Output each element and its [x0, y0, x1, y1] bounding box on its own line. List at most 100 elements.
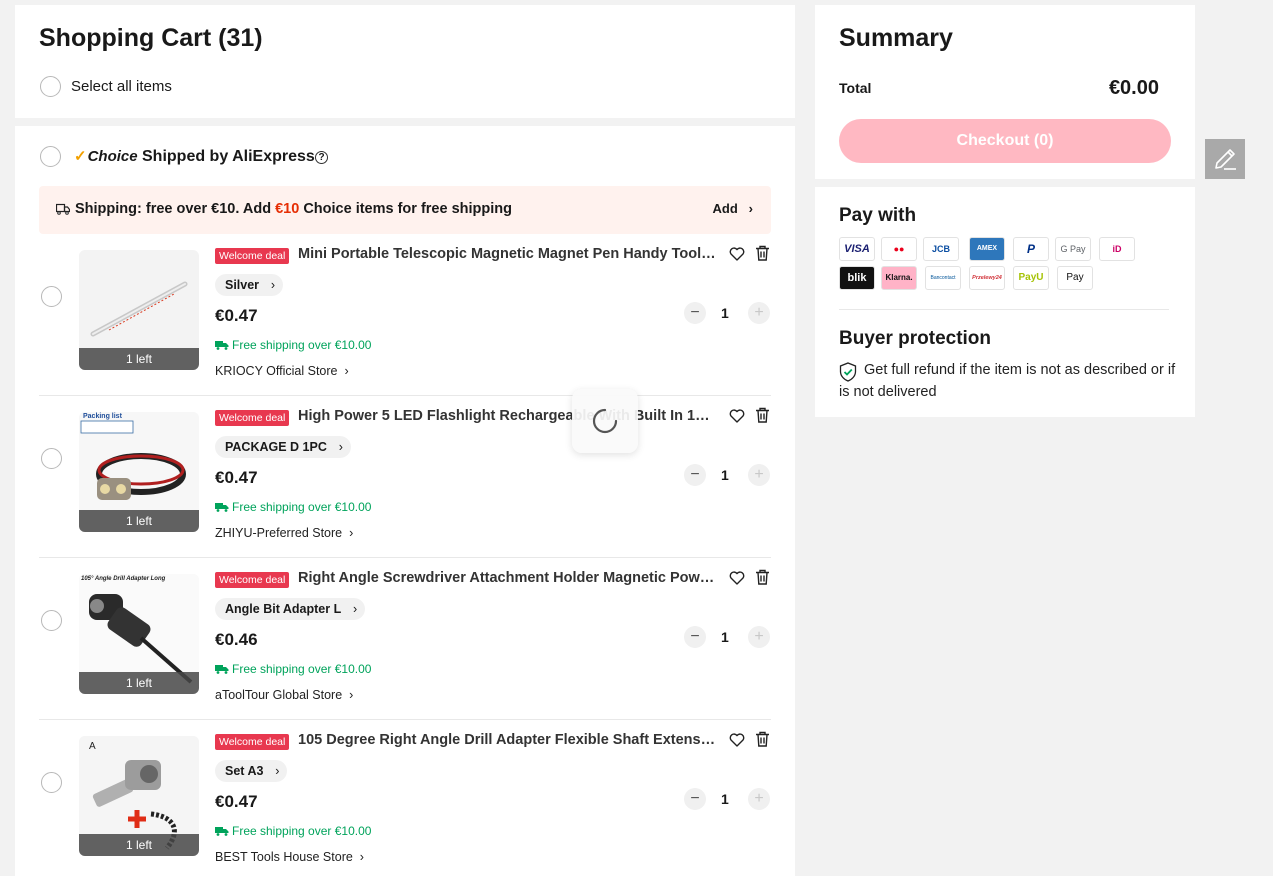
pencil-icon [1215, 149, 1236, 170]
trash-icon[interactable] [755, 731, 770, 747]
qty-decrease-button[interactable]: − [684, 626, 706, 648]
variant-selector[interactable]: PACKAGE D 1PC › [215, 436, 351, 458]
shipping-message: Shipping: free over €10. Add €10 Choice … [75, 201, 512, 217]
store-link[interactable]: KRIOCY Official Store › [215, 364, 349, 378]
divider [839, 309, 1169, 310]
variant-selector[interactable]: Angle Bit Adapter L › [215, 598, 366, 620]
total-label: Total [839, 80, 872, 96]
item-checkbox[interactable] [41, 772, 62, 793]
blik-icon: blik [839, 266, 875, 290]
google-pay-icon: G Pay [1055, 237, 1091, 261]
item-checkbox[interactable] [41, 286, 62, 307]
add-items-link[interactable]: Add › [713, 201, 753, 216]
thumbnail-caption: 105° Angle Drill Adapter Long [81, 576, 166, 582]
trash-icon[interactable] [755, 245, 770, 261]
qty-decrease-button[interactable]: − [684, 788, 706, 810]
qty-decrease-button[interactable]: − [684, 302, 706, 324]
variant-selector[interactable]: Silver › [215, 274, 284, 296]
qty-decrease-button[interactable]: − [684, 464, 706, 486]
qty-increase-button[interactable]: + [748, 302, 770, 324]
stock-badge: 1 left [79, 348, 199, 370]
chevron-right-icon: › [353, 602, 358, 616]
stock-badge: 1 left [79, 510, 199, 532]
chevron-right-icon: › [338, 440, 343, 454]
apple-pay-icon: Pay [1057, 266, 1093, 290]
spinner-icon [592, 408, 618, 434]
store-link[interactable]: aToolTour Global Store › [215, 688, 353, 702]
item-price: €0.47 [215, 792, 258, 811]
chevron-right-icon: › [344, 364, 349, 378]
product-title[interactable]: Mini Portable Telescopic Magnetic Magnet… [298, 246, 716, 262]
truck-icon [215, 827, 229, 836]
select-all-label[interactable]: Select all items [71, 78, 172, 95]
product-thumbnail[interactable]: Packing list 1 left [79, 412, 199, 532]
chevron-right-icon: › [349, 526, 354, 540]
item-checkbox[interactable] [41, 610, 62, 631]
heart-icon[interactable] [729, 570, 745, 586]
buyer-protection-text: Get full refund if the item is not as de… [839, 362, 1176, 400]
heart-icon[interactable] [729, 732, 745, 748]
truck-icon [215, 341, 229, 350]
item-price: €0.46 [215, 630, 258, 649]
qty-increase-button[interactable]: + [748, 464, 770, 486]
qty-value: 1 [721, 629, 729, 645]
heart-icon[interactable] [729, 408, 745, 424]
welcome-deal-badge: Welcome deal [215, 734, 290, 750]
shipped-by-label: Shipped by AliExpress [142, 148, 315, 165]
product-thumbnail[interactable]: 105° Angle Drill Adapter Long 1 left [79, 574, 199, 694]
welcome-deal-badge: Welcome deal [215, 572, 290, 588]
trash-icon[interactable] [755, 569, 770, 585]
cart-item: 105° Angle Drill Adapter Long 1 left Wel… [39, 558, 771, 720]
free-shipping-label: Free shipping over €10.00 [215, 338, 371, 352]
store-link[interactable]: BEST Tools House Store › [215, 850, 364, 864]
loading-spinner [572, 389, 638, 453]
product-title[interactable]: 105 Degree Right Angle Drill Adapter Fle… [298, 732, 716, 748]
item-price: €0.47 [215, 468, 258, 487]
store-link[interactable]: ZHIYU-Preferred Store › [215, 526, 353, 540]
qty-increase-button[interactable]: + [748, 626, 770, 648]
qty-value: 1 [721, 305, 729, 321]
heart-icon[interactable] [729, 246, 745, 262]
chevron-right-icon: › [359, 850, 364, 864]
product-title[interactable]: Right Angle Screwdriver Attachment Holde… [298, 570, 716, 586]
payment-card: Pay with VISA ●● JCB AMEX P G Pay iD bli… [815, 187, 1195, 417]
product-thumbnail[interactable]: A 1 left [79, 736, 199, 856]
product-title[interactable]: High Power 5 LED Flashlight Rechargeable… [298, 408, 716, 424]
mastercard-icon: ●● [881, 237, 917, 261]
free-shipping-label: Free shipping over €10.00 [215, 500, 371, 514]
checkout-button[interactable]: Checkout (0) [839, 119, 1171, 163]
bancontact-icon: Bancontact [925, 266, 961, 290]
stock-badge: 1 left [79, 834, 199, 856]
cart-item: A 1 left Welcome deal 105 Degree Right A… [39, 720, 771, 876]
select-all-row[interactable]: Select all items [40, 76, 340, 97]
visa-icon: VISA [839, 237, 875, 261]
trash-icon[interactable] [755, 407, 770, 423]
free-shipping-label: Free shipping over €10.00 [215, 824, 371, 838]
payu-icon: PayU [1013, 266, 1049, 290]
chevron-right-icon: › [748, 201, 753, 216]
select-all-checkbox[interactable] [40, 76, 61, 97]
product-thumbnail[interactable]: 1 left [79, 250, 199, 370]
cart-header-card: Shopping Cart (31) Select all items [15, 5, 795, 118]
klarna-icon: Klarna. [881, 266, 917, 290]
info-icon[interactable]: ? [315, 151, 328, 164]
feedback-edit-button[interactable] [1205, 139, 1245, 179]
cart-list-card: ✓Choice Shipped by AliExpress ? Shipping… [15, 126, 795, 876]
pay-with-title: Pay with [839, 205, 917, 226]
welcome-deal-badge: Welcome deal [215, 248, 290, 264]
variant-selector[interactable]: Set A3 › [215, 760, 288, 782]
chevron-right-icon: › [270, 278, 276, 292]
qty-value: 1 [721, 791, 729, 807]
page-title: Shopping Cart (31) [39, 24, 263, 52]
choice-group-header: ✓Choice Shipped by AliExpress ? [40, 146, 440, 168]
qty-increase-button[interactable]: + [748, 788, 770, 810]
thumbnail-caption: A [89, 741, 96, 752]
item-checkbox[interactable] [41, 448, 62, 469]
thumbnail-caption: Packing list [83, 413, 122, 420]
przelewy24-icon: Przelewy24 [969, 266, 1005, 290]
choice-logo: ✓Choice [74, 148, 138, 165]
buyer-protection-title: Buyer protection [839, 328, 992, 349]
chevron-right-icon: › [275, 764, 280, 778]
ideal-icon: iD [1099, 237, 1135, 261]
select-group-checkbox[interactable] [40, 146, 61, 167]
